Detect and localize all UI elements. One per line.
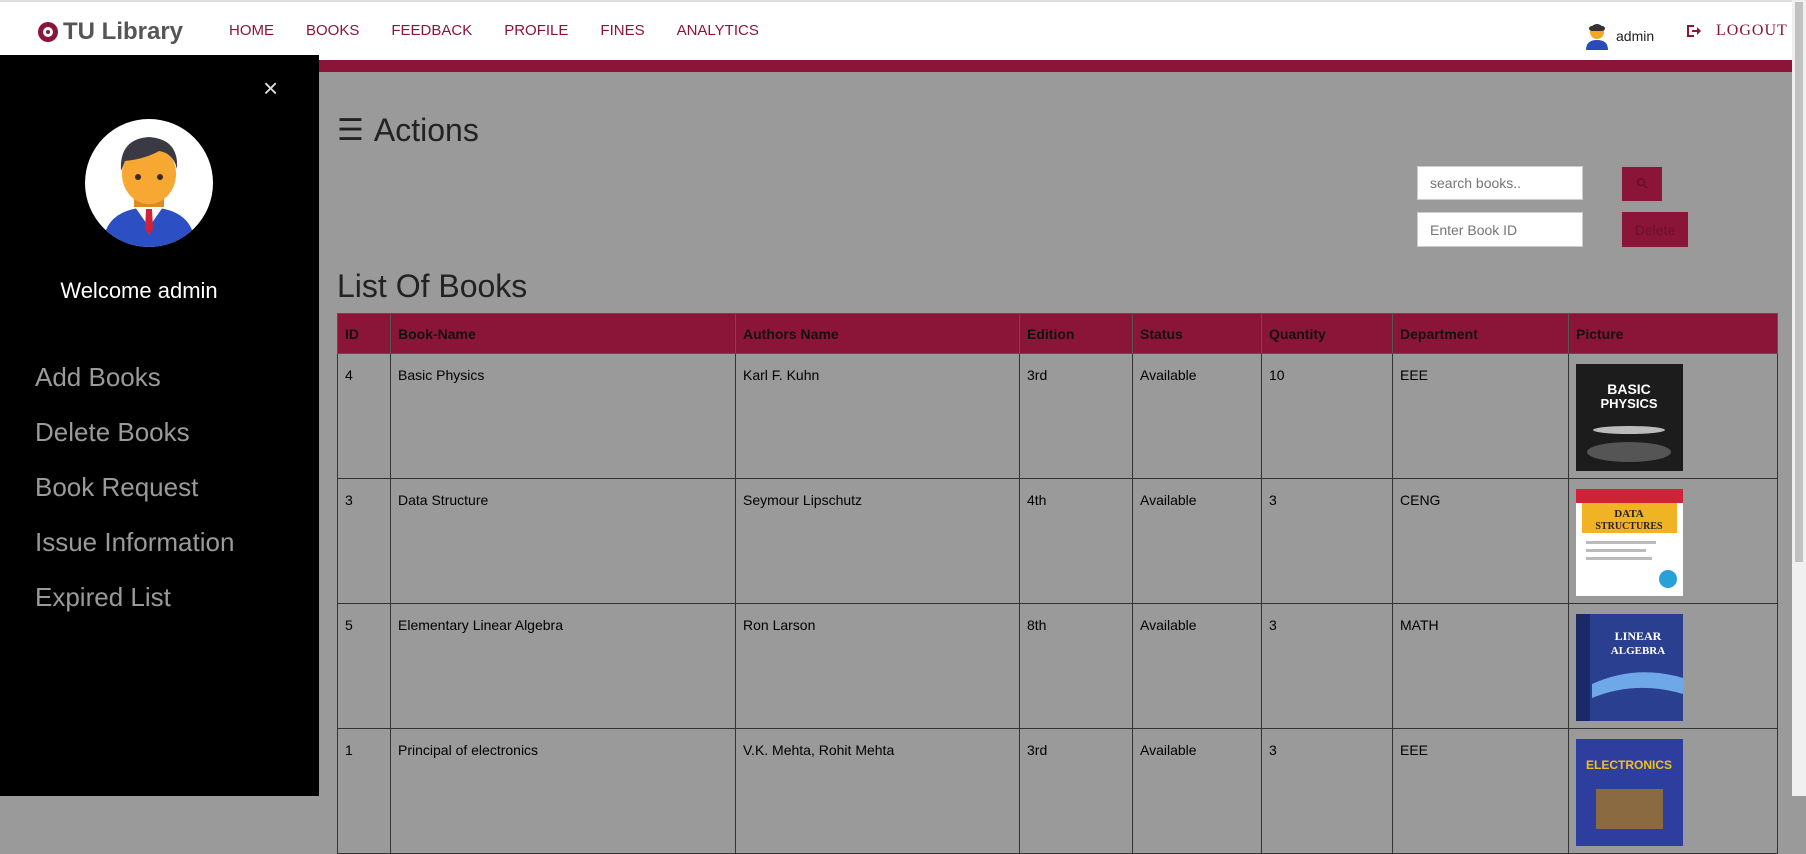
cell-picture: DATA STRUCTURES [1568,478,1778,604]
nav-analytics[interactable]: ANALYTICS [677,22,759,39]
user-avatar-icon [1586,24,1608,50]
cell-quantity: 3 [1261,478,1393,604]
sidebar-item-expired-list[interactable]: Expired List [35,580,234,635]
brand-logo[interactable]: TU Library [38,18,183,46]
cell-edition: 3rd [1019,728,1133,854]
cell-id: 3 [337,478,391,604]
svg-text:DATA: DATA [1614,508,1644,520]
scrollbar-thumb[interactable] [1795,2,1803,562]
cell-department: EEE [1392,728,1569,854]
cell-status: Available [1132,603,1262,729]
admin-avatar-icon [103,137,195,247]
table-row: 3 Data Structure Seymour Lipschutz 4th A… [337,478,1778,604]
logo-icon [38,22,58,42]
col-header-book-name: Book-Name [390,313,736,354]
svg-text:ELECTRONICS: ELECTRONICS [1586,758,1672,772]
sidebar-item-add-books[interactable]: Add Books [35,360,234,415]
search-button[interactable] [1622,167,1662,201]
menu-icon: ☰ [337,114,364,147]
sidebar-menu: Add Books Delete Books Book Request Issu… [35,360,234,635]
book-cover-image: DATA STRUCTURES [1576,489,1683,596]
cell-edition: 4th [1019,478,1133,604]
book-cover-image: LINEAR ALGEBRA [1576,614,1683,721]
user-name: admin [1616,28,1655,44]
col-header-department: Department [1392,313,1569,354]
close-icon[interactable]: × [263,75,278,101]
page-scrollbar[interactable] [1792,0,1806,796]
sidebar-item-issue-information[interactable]: Issue Information [35,525,234,580]
svg-text:STRUCTURES: STRUCTURES [1595,521,1663,532]
cell-quantity: 3 [1261,603,1393,729]
table-row: 5 Elementary Linear Algebra Ron Larson 8… [337,603,1778,729]
cell-authors: Karl F. Kuhn [735,353,1020,479]
cell-id: 1 [337,728,391,854]
table-row: 4 Basic Physics Karl F. Kuhn 3rd Availab… [337,353,1778,479]
books-table: ID Book-Name Authors Name Edition Status… [337,313,1778,854]
col-header-id: ID [337,313,391,354]
logout-label: LOGOUT [1716,22,1788,39]
cell-picture: LINEAR ALGEBRA [1568,603,1778,729]
sidebar-item-book-request[interactable]: Book Request [35,470,234,525]
cell-authors: V.K. Mehta, Rohit Mehta [735,728,1020,854]
book-cover-image: ELECTRONICS [1576,739,1683,846]
nav-feedback[interactable]: FEEDBACK [391,22,472,39]
cell-department: EEE [1392,353,1569,479]
brand-name: TU Library [63,18,184,45]
col-header-status: Status [1132,313,1262,354]
search-icon [1636,177,1648,189]
cell-status: Available [1132,353,1262,479]
sidebar-item-delete-books[interactable]: Delete Books [35,415,234,470]
cell-quantity: 3 [1261,728,1393,854]
svg-text:ALGEBRA: ALGEBRA [1611,645,1665,657]
cell-authors: Seymour Lipschutz [735,478,1020,604]
cell-id: 4 [337,353,391,479]
top-navbar: TU Library HOME BOOKS FEEDBACK PROFILE F… [0,0,1792,60]
welcome-text: Welcome admin [60,278,218,303]
cell-status: Available [1132,728,1262,854]
nav-profile[interactable]: PROFILE [504,22,568,39]
svg-text:LINEAR: LINEAR [1615,629,1662,643]
cell-book-name: Elementary Linear Algebra [390,603,736,729]
actions-title: Actions [373,112,479,148]
profile-avatar [85,119,213,247]
col-header-edition: Edition [1019,313,1133,354]
delete-button[interactable]: Delete [1622,212,1688,247]
accent-bar [319,60,1792,72]
sidebar: × Welcome admin Add Books Delete Books B… [0,55,319,796]
cell-picture: BASIC PHYSICS [1568,353,1778,479]
col-header-quantity: Quantity [1261,313,1393,354]
table-row: 1 Principal of electronics V.K. Mehta, R… [337,728,1778,854]
table-header-row: ID Book-Name Authors Name Edition Status… [337,313,1778,354]
cell-department: CENG [1392,478,1569,604]
svg-text:BASIC: BASIC [1607,381,1651,397]
list-title: List Of Books [337,268,528,304]
cell-department: MATH [1392,603,1569,729]
svg-text:PHYSICS: PHYSICS [1600,396,1657,411]
search-input[interactable] [1417,166,1583,200]
cell-id: 5 [337,603,391,729]
cell-status: Available [1132,478,1262,604]
cell-quantity: 10 [1261,353,1393,479]
cell-edition: 8th [1019,603,1133,729]
cell-picture: ELECTRONICS [1568,728,1778,854]
nav-links: HOME BOOKS FEEDBACK PROFILE FINES ANALYT… [229,22,791,39]
book-id-input[interactable] [1417,212,1583,247]
nav-books[interactable]: BOOKS [306,22,359,39]
book-cover-image: BASIC PHYSICS [1576,364,1683,471]
cell-book-name: Principal of electronics [390,728,736,854]
cell-edition: 3rd [1019,353,1133,479]
col-header-picture: Picture [1568,313,1778,354]
user-menu[interactable]: admin [1584,22,1654,50]
nav-home[interactable]: HOME [229,22,274,39]
col-header-authors: Authors Name [735,313,1020,354]
cell-book-name: Basic Physics [390,353,736,479]
cell-book-name: Data Structure [390,478,736,604]
actions-toggle[interactable]: ☰ Actions [337,112,479,149]
nav-fines[interactable]: FINES [600,22,644,39]
cell-authors: Ron Larson [735,603,1020,729]
logout-button[interactable]: LOGOUT [1686,22,1788,40]
logout-icon [1687,25,1701,37]
